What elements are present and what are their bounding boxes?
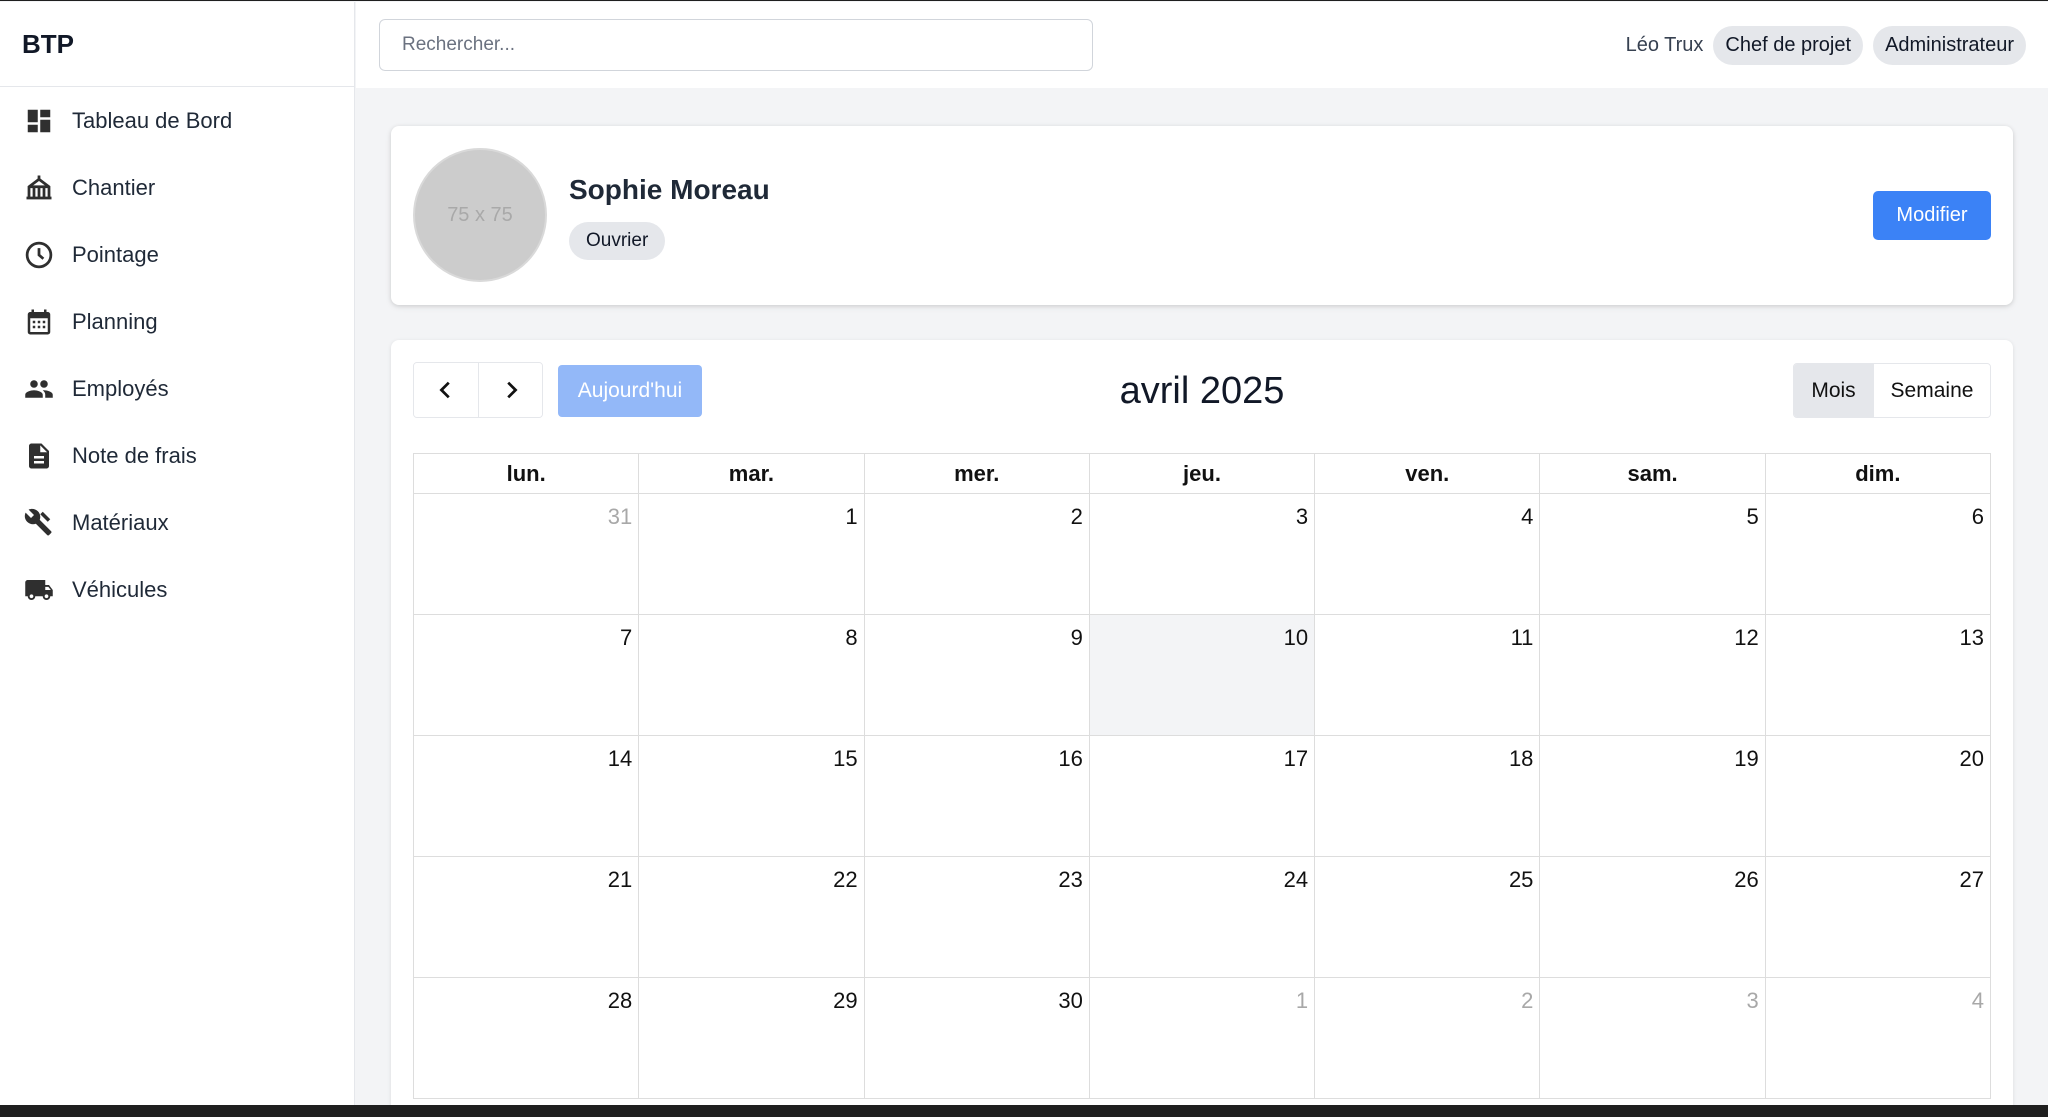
calendar-day[interactable]: 18 <box>1315 736 1541 857</box>
sidebar-item-note-de-frais[interactable]: Note de frais <box>0 422 354 489</box>
calendar-grid: lun. mar. mer. jeu. ven. sam. dim. 31 1 2 3 4 5 6 7 8 9… <box>413 453 1991 1099</box>
view-toggle: Mois Semaine <box>1793 363 1991 418</box>
sidebar-item-label: Employés <box>72 375 169 401</box>
sidebar-item-tableau-de-bord[interactable]: Tableau de Bord <box>0 87 354 154</box>
sidebar-item-label: Planning <box>72 308 158 334</box>
calendar-day[interactable]: 27 <box>1765 857 1991 978</box>
calendar-day[interactable]: 2 <box>1315 978 1541 1099</box>
dashboard-icon <box>24 106 54 136</box>
sidebar-item-vehicules[interactable]: Véhicules <box>0 556 354 623</box>
weekday-label: jeu. <box>1089 454 1316 494</box>
calendar-day[interactable]: 17 <box>1089 736 1316 857</box>
calendar-day[interactable]: 20 <box>1765 736 1991 857</box>
calendar-day[interactable]: 1 <box>1089 978 1316 1099</box>
calendar-icon <box>24 307 54 337</box>
sidebar-item-materiaux[interactable]: Matériaux <box>0 489 354 556</box>
calendar-day[interactable]: 1 <box>639 494 865 615</box>
sidebar-item-label: Tableau de Bord <box>72 107 233 133</box>
employee-role-badge: Ouvrier <box>569 222 666 260</box>
calendar-day[interactable]: 16 <box>864 736 1090 857</box>
month-view-button[interactable]: Mois <box>1794 364 1873 417</box>
avatar: 75 x 75 <box>413 148 547 282</box>
weekday-header: lun. mar. mer. jeu. ven. sam. dim. <box>414 454 1991 494</box>
document-icon <box>24 441 54 471</box>
sidebar-item-planning[interactable]: Planning <box>0 288 354 355</box>
user-name[interactable]: Léo Trux <box>1626 34 1704 57</box>
sidebar-item-label: Matériaux <box>72 509 169 535</box>
sidebar-item-pointage[interactable]: Pointage <box>0 221 354 288</box>
calendar-day[interactable]: 14 <box>414 736 640 857</box>
calendar-day[interactable]: 28 <box>414 978 640 1099</box>
calendar-days: 31 1 2 3 4 5 6 7 8 9 10 11 12 13 14 15 16 17 18 19 20 21 22 23 2… <box>414 494 1991 1099</box>
sidebar-item-label: Pointage <box>72 241 159 267</box>
calendar-day[interactable]: 4 <box>1315 494 1541 615</box>
calendar-day[interactable]: 11 <box>1315 615 1541 736</box>
weekday-label: mer. <box>864 454 1090 494</box>
calendar-day[interactable]: 8 <box>639 615 865 736</box>
calendar-day[interactable]: 4 <box>1765 978 1991 1099</box>
calendar-day-today[interactable]: 10 <box>1089 615 1316 736</box>
top-bar: Léo Trux Chef de projet Administrateur <box>356 2 2048 88</box>
role-badge-chef-de-projet: Chef de projet <box>1713 26 1864 65</box>
calendar-day[interactable]: 19 <box>1540 736 1766 857</box>
calendar-title: avril 2025 <box>1119 370 1285 412</box>
calendar-day[interactable]: 29 <box>639 978 865 1099</box>
tools-icon <box>24 508 54 538</box>
calendar-day[interactable]: 9 <box>864 615 1090 736</box>
calendar-day[interactable]: 22 <box>639 857 865 978</box>
bottom-bar <box>0 1105 2048 1117</box>
calendar-day[interactable]: 30 <box>864 978 1090 1099</box>
construction-site-icon <box>24 173 54 203</box>
profile-name: Sophie Moreau <box>569 174 770 205</box>
profile-card: 75 x 75 Sophie Moreau Ouvrier Modifier <box>391 126 2013 305</box>
sidebar-nav: Tableau de Bord Chantier Pointage Planni… <box>0 87 354 623</box>
search-input[interactable] <box>379 19 1093 71</box>
sidebar-item-label: Note de frais <box>72 442 197 468</box>
role-badge-administrateur: Administrateur <box>1873 26 2026 65</box>
calendar-day[interactable]: 12 <box>1540 615 1766 736</box>
weekday-label: sam. <box>1540 454 1766 494</box>
brand-logo[interactable]: BTP <box>0 2 354 87</box>
clock-icon <box>24 240 54 270</box>
sidebar-item-employes[interactable]: Employés <box>0 355 354 422</box>
calendar-day[interactable]: 15 <box>639 736 865 857</box>
calendar-card: Aujourd'hui avril 2025 Mois Semaine lun.… <box>391 340 2013 1117</box>
calendar-day[interactable]: 3 <box>1089 494 1316 615</box>
calendar-day[interactable]: 25 <box>1315 857 1541 978</box>
calendar-day[interactable]: 13 <box>1765 615 1991 736</box>
calendar-day[interactable]: 23 <box>864 857 1090 978</box>
calendar-day[interactable]: 31 <box>414 494 640 615</box>
sidebar-item-chantier[interactable]: Chantier <box>0 154 354 221</box>
sidebar-item-label: Chantier <box>72 174 156 200</box>
weekday-label: mar. <box>639 454 865 494</box>
user-area: Léo Trux Chef de projet Administrateur <box>1626 26 2026 65</box>
calendar-day[interactable]: 3 <box>1540 978 1766 1099</box>
calendar-day[interactable]: 24 <box>1089 857 1316 978</box>
people-icon <box>24 374 54 404</box>
calendar-day[interactable]: 6 <box>1765 494 1991 615</box>
calendar-day[interactable]: 26 <box>1540 857 1766 978</box>
weekday-label: dim. <box>1765 454 1991 494</box>
calendar-day[interactable]: 2 <box>864 494 1090 615</box>
sidebar-item-label: Véhicules <box>72 576 168 602</box>
sidebar: BTP Tableau de Bord Chantier Pointage Pl… <box>0 2 355 1106</box>
calendar-day[interactable]: 21 <box>414 857 640 978</box>
calendar-day[interactable]: 5 <box>1540 494 1766 615</box>
week-view-button[interactable]: Semaine <box>1873 364 1990 417</box>
weekday-label: ven. <box>1315 454 1541 494</box>
truck-icon <box>24 575 54 605</box>
calendar-day[interactable]: 7 <box>414 615 640 736</box>
edit-button[interactable]: Modifier <box>1873 191 1991 240</box>
weekday-label: lun. <box>414 454 640 494</box>
